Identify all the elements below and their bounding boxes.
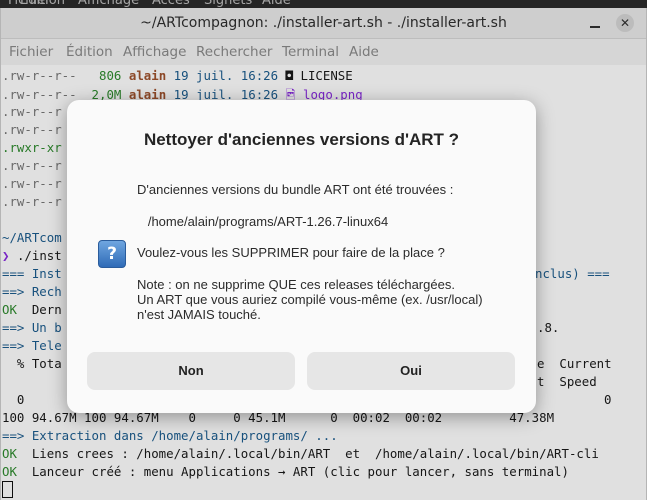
- question-icon: ?: [98, 240, 126, 268]
- dialog-note: Note : on ne supprime QUE ces releases t…: [137, 277, 455, 292]
- dialog-question: Voulez-vous les SUPPRIMER pour faire de …: [137, 245, 445, 260]
- dialog-path: /home/alain/programs/ART-1.26.7-linux64: [137, 214, 389, 229]
- dialog-text: D'anciennes versions du bundle ART ont é…: [137, 182, 454, 197]
- dialog-note: Un ART que vous auriez compilé vous-même…: [137, 292, 483, 307]
- dialog-note: n'est JAMAIS touché.: [137, 307, 261, 322]
- yes-button[interactable]: Oui: [307, 352, 515, 390]
- no-button[interactable]: Non: [87, 352, 295, 390]
- cleanup-dialog: Nettoyer d'anciennes versions d'ART ? D'…: [67, 100, 536, 413]
- dialog-title: Nettoyer d'anciennes versions d'ART ?: [143, 130, 460, 149]
